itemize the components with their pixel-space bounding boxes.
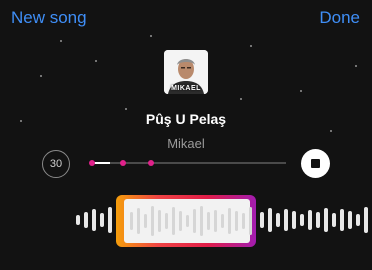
stop-button[interactable] [301, 149, 330, 178]
waveform-bar-selected [130, 212, 133, 230]
waveform-bar-selected [144, 214, 147, 228]
waveform-bar [300, 214, 304, 226]
waveform-bar [100, 213, 104, 227]
song-editor-screen: New song Done MIKAEL Pûş U Pelaş Mikael … [0, 0, 372, 270]
clip-selection-handle[interactable] [116, 195, 256, 247]
album-cover: MIKAEL [164, 50, 208, 94]
waveform-bar [348, 211, 352, 229]
waveform-bar-selected [214, 210, 217, 232]
waveform-bar-selected [158, 210, 161, 232]
waveform-bar-selected [200, 206, 203, 236]
duration-label: 30 [49, 158, 63, 170]
waveform-bar [324, 208, 328, 232]
waveform-bar [292, 211, 296, 229]
waveform-bar [340, 209, 344, 231]
waveform-bar [268, 208, 272, 232]
waveform-bar [332, 213, 336, 227]
playback-track[interactable] [89, 160, 286, 166]
waveform-bar-selected [137, 208, 140, 234]
waveform-bar-selected [186, 215, 189, 227]
clip-selection-window [124, 199, 252, 243]
waveform-bar [260, 212, 264, 228]
cover-artist-text: MIKAEL [171, 85, 201, 92]
waveform-bar-selected [193, 209, 196, 233]
waveform-bar [364, 207, 368, 233]
waveform-bar [276, 213, 280, 227]
waveform-bar-selected [221, 214, 224, 228]
stop-icon [311, 159, 320, 168]
playback-marker [120, 160, 127, 166]
waveform-bar [316, 212, 320, 228]
waveform-bar [84, 212, 88, 228]
duration-button[interactable]: 30 [42, 150, 70, 178]
waveform-bar [92, 209, 96, 231]
done-button[interactable]: Done [319, 8, 360, 28]
waveform-bar-selected [172, 207, 175, 235]
playback-marker [89, 160, 95, 166]
new-song-button[interactable]: New song [11, 8, 87, 28]
waveform-bar-selected [249, 207, 252, 235]
waveform-bar-selected [165, 213, 168, 229]
waveform-bar-selected [179, 211, 182, 231]
waveform-bar-selected [151, 206, 154, 236]
playback-marker [147, 160, 154, 166]
waveform-bar-selected [235, 211, 238, 231]
waveform-bar [76, 215, 80, 225]
waveform-bar-selected [242, 213, 245, 229]
waveform-bar-selected [228, 208, 231, 234]
waveform-bar [356, 214, 360, 226]
waveform-bar [284, 209, 288, 231]
waveform-bar-selected [207, 212, 210, 230]
waveform-bar [308, 210, 312, 230]
waveform-bar [108, 207, 112, 233]
song-title: Pûş U Pelaş [145, 111, 227, 127]
